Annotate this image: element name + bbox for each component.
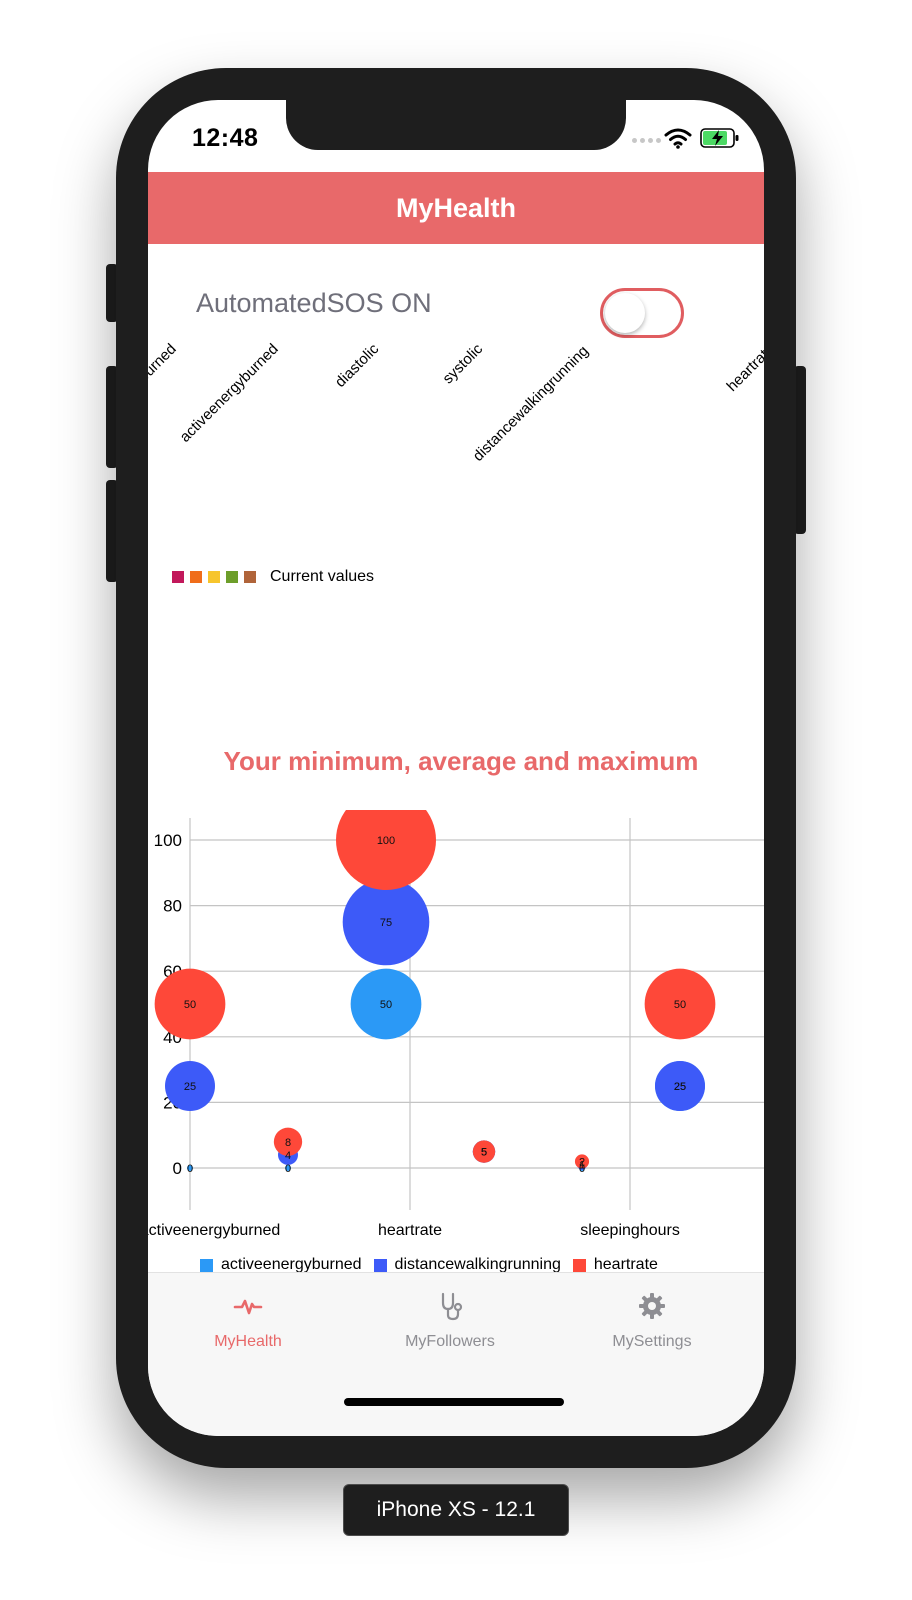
legend-swatch xyxy=(190,571,202,583)
bubble-value-label: 100 xyxy=(377,835,395,847)
legend-swatch xyxy=(200,1258,213,1272)
legend-swatch xyxy=(208,571,220,583)
battery-charging-icon xyxy=(700,128,739,148)
legend-swatch xyxy=(373,1258,387,1272)
chart-title: Your minimum, average and maximum xyxy=(223,746,699,776)
sos-toggle[interactable] xyxy=(600,288,684,338)
device-label: iPhone XS - 12.1 xyxy=(343,1484,569,1536)
legend-swatch xyxy=(572,1258,586,1272)
app-header: MyHealth xyxy=(148,172,764,244)
x-tick-label: heartrate xyxy=(378,1222,442,1239)
tab-mysettings[interactable]: MySettings xyxy=(572,1291,732,1351)
bubble-value-label: 8 xyxy=(285,1137,291,1149)
radar-axis-label: activeenergyburned xyxy=(148,340,181,446)
phone-screen: 12:48 MyHealth AutomatedSOS ON activeene… xyxy=(148,100,764,1436)
tab-label: MySettings xyxy=(612,1333,692,1350)
radar-axis-label: systolic xyxy=(439,340,487,388)
radar-legend: Current values xyxy=(172,568,374,586)
tab-myfollowers[interactable]: MyFollowers xyxy=(370,1291,530,1351)
radar-legend-label: Current values xyxy=(270,568,375,585)
bubble-value-label: 50 xyxy=(184,999,196,1011)
header-title: MyHealth xyxy=(395,192,517,223)
stethoscope-icon xyxy=(441,1292,463,1321)
tab-bar: MyHealth MyFollowers MySettings xyxy=(148,1272,764,1436)
bubble-value-label: 5 xyxy=(481,1147,487,1159)
bubble xyxy=(336,810,436,890)
home-indicator xyxy=(344,1398,564,1406)
legend-swatch xyxy=(244,571,256,583)
heartbeat-icon xyxy=(233,1299,263,1315)
wifi-icon xyxy=(664,128,692,149)
gear-icon xyxy=(639,1293,665,1319)
x-tick-label: sleepinghours xyxy=(580,1222,680,1239)
cellular-signal-icon xyxy=(632,138,661,143)
legend-swatch xyxy=(172,571,184,583)
x-tick-label: activeenergyburned xyxy=(148,1222,280,1239)
tab-label: MyHealth xyxy=(214,1333,282,1350)
bubble-value-label: 0 xyxy=(187,1163,193,1175)
bubble-value-label: 25 xyxy=(674,1081,686,1093)
bubble-value-label: 25 xyxy=(184,1081,196,1093)
y-tick-label: 0 xyxy=(173,1159,182,1178)
radar-axis-label: heartrate xyxy=(723,340,764,395)
toggle-knob[interactable] xyxy=(605,293,645,333)
tab-label: MyFollowers xyxy=(405,1333,495,1350)
bubble-value-label: 0 xyxy=(285,1163,291,1175)
bubble-chart: 020406080100025500485075100555012252550a… xyxy=(148,810,764,1239)
simulator-stage: 12:48 MyHealth AutomatedSOS ON activeene… xyxy=(0,0,912,1600)
radar-axis-label: distancewalkingrunning xyxy=(469,342,593,465)
legend-swatch xyxy=(226,571,238,583)
sos-label: AutomatedSOS ON xyxy=(196,288,432,318)
bubble-value-label: 4 xyxy=(285,1150,291,1162)
radar-axis-label: activeenergyburned xyxy=(176,340,283,446)
bubble-value-label: 50 xyxy=(380,999,392,1011)
bubble-value-label: 50 xyxy=(674,999,686,1011)
y-tick-label: 100 xyxy=(154,831,182,850)
bubble-value-label: 75 xyxy=(380,917,392,929)
y-tick-label: 80 xyxy=(163,897,182,916)
radar-axis-label: diastolic xyxy=(331,340,383,391)
tab-myhealth[interactable]: MyHealth xyxy=(168,1291,328,1351)
notch xyxy=(286,100,626,150)
status-time: 12:48 xyxy=(192,124,259,152)
bubble-value-label: 2 xyxy=(579,1156,585,1168)
